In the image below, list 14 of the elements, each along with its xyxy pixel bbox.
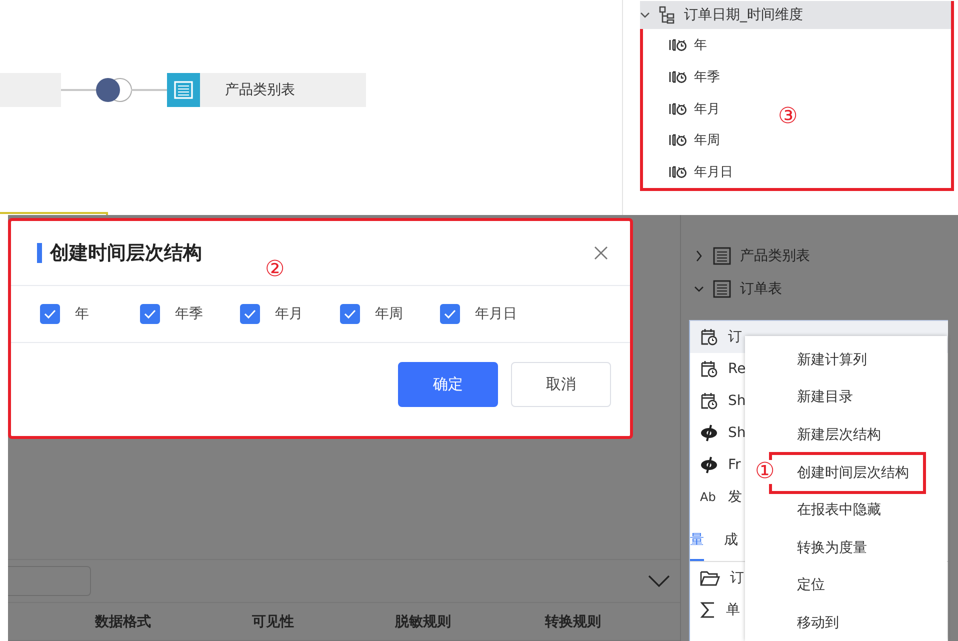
text-type-icon: Ab	[700, 490, 718, 504]
checkbox-label: 年季	[175, 305, 203, 323]
checkbox-label: 年月日	[475, 305, 517, 323]
column-header: 转换规则	[544, 612, 602, 630]
checkbox-label: 年	[75, 305, 89, 323]
column-header: 脱敏规则	[394, 612, 452, 630]
annotation-number: ②	[265, 258, 285, 282]
checkbox-label: 年月	[275, 305, 303, 323]
dialog-title: 创建时间层次结构	[50, 241, 203, 266]
annotation-number: ①	[755, 460, 775, 484]
checkbox-label: 年周	[375, 305, 403, 323]
annotation-number: ③	[778, 105, 798, 129]
column-header: 可见性	[251, 612, 295, 630]
column-header: 数据格式	[94, 612, 152, 630]
